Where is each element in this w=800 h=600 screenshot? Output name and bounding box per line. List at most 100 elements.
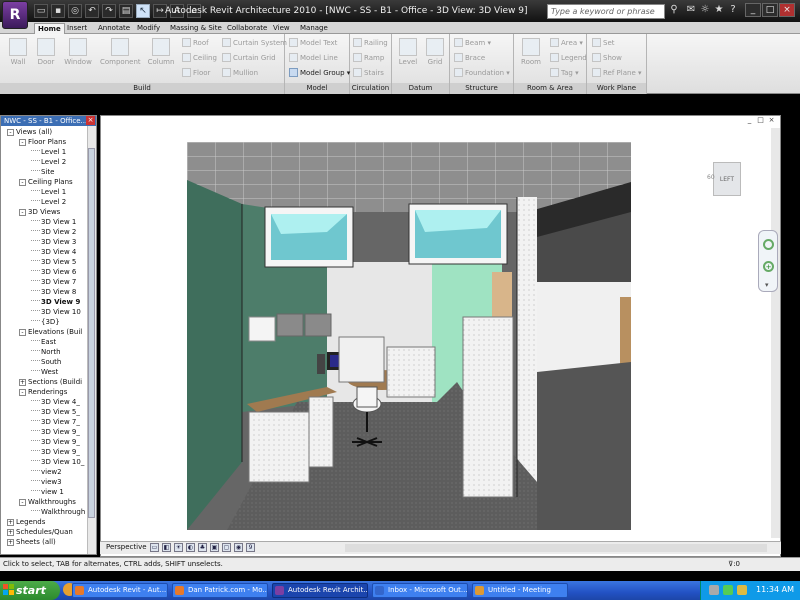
view-close-button[interactable]: × (767, 116, 776, 125)
view-horizontal-scrollbar[interactable] (345, 544, 767, 552)
tree-expander-icon[interactable]: + (7, 519, 14, 526)
reveal-hidden-icon[interactable]: 9 (246, 543, 255, 552)
set-button[interactable]: Set (592, 38, 615, 49)
ramp-button[interactable]: Ramp (353, 53, 384, 64)
tree-item[interactable]: - Floor Plans (19, 137, 66, 147)
crop-region-icon[interactable]: ▢ (222, 543, 231, 552)
tab-view[interactable]: View (270, 23, 293, 34)
tree-item[interactable]: - Views (all) (7, 127, 52, 137)
tree-item[interactable]: -3D Views (19, 207, 60, 217)
tree-expander-icon[interactable]: - (19, 209, 26, 216)
tab-collaborate[interactable]: Collaborate (224, 23, 270, 34)
tree-item[interactable]: 3D View 3 (31, 237, 76, 247)
binoculars-icon[interactable]: ⚲ (667, 4, 681, 19)
close-button[interactable]: × (779, 3, 795, 17)
tree-item[interactable]: view3 (31, 477, 62, 487)
model-text-button[interactable]: Model Text (289, 38, 337, 49)
temporary-hide-icon[interactable]: ◉ (234, 543, 243, 552)
taskbar-button[interactable]: Dan Patrick.com - Mo... (172, 583, 268, 598)
tree-item[interactable]: Level 1 (31, 147, 66, 157)
grid-button[interactable]: Grid (421, 38, 449, 66)
perspective-render[interactable] (187, 142, 631, 530)
tab-annotate[interactable]: Annotate (95, 23, 133, 34)
tree-item[interactable]: + Schedules/Quan (7, 527, 73, 537)
tree-item[interactable]: - Elevations (Buil (19, 327, 82, 337)
communication-icon[interactable]: ☼ (698, 4, 712, 18)
minimize-button[interactable]: _ (745, 3, 761, 17)
ref-plane-button[interactable]: Ref Plane ▾ (592, 68, 642, 79)
railing-button[interactable]: Railing (353, 38, 388, 49)
modify-cursor-icon[interactable]: ↖ (136, 4, 150, 18)
sun-path-icon[interactable]: ☀ (174, 543, 183, 552)
taskbar-button[interactable]: Inbox - Microsoft Out... (372, 583, 468, 598)
tab-massing-site[interactable]: Massing & Site (167, 23, 225, 34)
taskbar-button[interactable]: Untitled - Meeting (472, 583, 568, 598)
redo-icon[interactable]: ↷ (102, 4, 116, 18)
print-icon[interactable]: ▤ (119, 4, 133, 18)
tree-item[interactable]: 3D View 9_ (31, 437, 80, 447)
mullion-button[interactable]: Mullion (222, 68, 258, 79)
tab-modify[interactable]: Modify (134, 23, 163, 34)
selection-filter[interactable]: ⊽:0 (728, 558, 740, 571)
stairs-button[interactable]: Stairs (353, 68, 384, 79)
level-button[interactable]: Level (394, 38, 422, 66)
component-button[interactable]: Component (100, 38, 141, 66)
tree-item[interactable]: 3D View 9 (31, 297, 80, 307)
tree-item[interactable]: - Ceiling Plans (19, 177, 73, 187)
tree-expander-icon[interactable]: - (19, 499, 26, 506)
tree-item[interactable]: Level 2 (31, 157, 66, 167)
security-icon[interactable] (723, 585, 733, 595)
tree-item[interactable]: East (31, 337, 56, 347)
curtain-system-button[interactable]: Curtain System (222, 38, 287, 49)
detail-level-icon[interactable]: ▭ (150, 543, 159, 552)
tree-item[interactable]: South (31, 357, 61, 367)
tree-item[interactable]: 3D View 5 (31, 257, 76, 267)
browser-scroll-thumb[interactable] (88, 148, 95, 518)
tree-item[interactable]: 3D View 9_ (31, 427, 80, 437)
steering-wheel-icon[interactable] (763, 239, 774, 250)
tree-item[interactable]: - Renderings (19, 387, 67, 397)
view-cube[interactable]: LEFT 60 (707, 162, 745, 196)
shadows-icon[interactable]: ◐ (186, 543, 195, 552)
nav-dropdown-icon[interactable]: ▾ (765, 281, 769, 289)
ceiling-button[interactable]: Ceiling (182, 53, 217, 64)
tree-item[interactable]: - Walkthroughs (19, 497, 76, 507)
messenger-icon[interactable] (737, 585, 747, 595)
tree-item[interactable]: view2 (31, 467, 62, 477)
search-input[interactable]: Type a keyword or phrase (547, 4, 665, 19)
tree-expander-icon[interactable]: - (19, 179, 26, 186)
tree-item[interactable]: 3D View 10_ (31, 457, 84, 467)
door-button[interactable]: Door (32, 38, 60, 66)
tree-item[interactable]: 3D View 9_ (31, 447, 80, 457)
area-button[interactable]: Area ▾ (550, 38, 583, 49)
tree-item[interactable]: North (31, 347, 61, 357)
crop-view-icon[interactable]: ▣ (210, 543, 219, 552)
tree-expander-icon[interactable]: - (19, 139, 26, 146)
taskbar-button[interactable]: Autodesk Revit - Aut... (72, 583, 168, 598)
brace-button[interactable]: Brace (454, 53, 485, 64)
subscription-icon[interactable]: ✉ (684, 4, 698, 18)
tree-item[interactable]: 3D View 4_ (31, 397, 80, 407)
taskbar-button[interactable]: Autodesk Revit Archit... (272, 583, 368, 598)
legend-button[interactable]: Legend (550, 53, 587, 64)
help-icon[interactable]: ? (726, 4, 740, 18)
tree-item[interactable]: Level 2 (31, 197, 66, 207)
open-icon[interactable]: ▭ (34, 4, 48, 18)
window-button[interactable]: Window (64, 38, 92, 66)
tree-item[interactable]: 3D View 6 (31, 267, 76, 277)
floor-button[interactable]: Floor (182, 68, 210, 79)
tree-item[interactable]: 3D View 7_ (31, 417, 80, 427)
tree-item[interactable]: Level 1 (31, 187, 66, 197)
start-button[interactable]: start (0, 581, 60, 600)
tree-item[interactable]: 3D View 5_ (31, 407, 80, 417)
tag-button[interactable]: Tag ▾ (550, 68, 579, 79)
roof-button[interactable]: Roof (182, 38, 209, 49)
tree-expander-icon[interactable]: - (7, 129, 14, 136)
tree-item[interactable]: + Sections (Buildi (19, 377, 82, 387)
tree-item[interactable]: 3D View 10 (31, 307, 81, 317)
room-button[interactable]: Room (517, 38, 545, 66)
maximize-button[interactable]: □ (762, 3, 778, 17)
tree-item[interactable]: 3D View 1 (31, 217, 76, 227)
tab-manage[interactable]: Manage (297, 23, 331, 34)
tree-expander-icon[interactable]: - (19, 389, 26, 396)
